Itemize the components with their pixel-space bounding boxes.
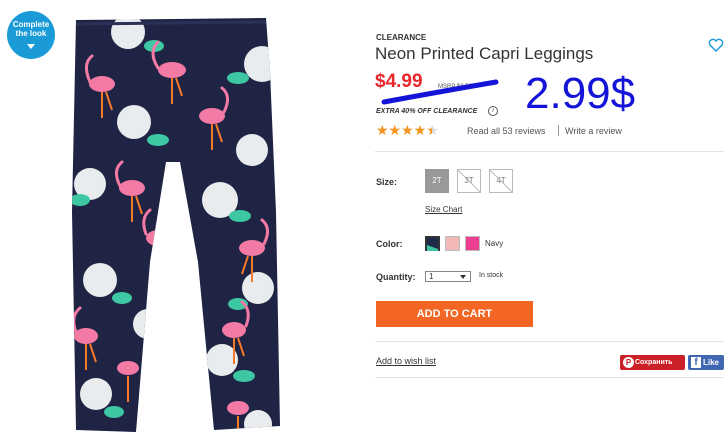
divider [375, 151, 724, 152]
caret-down-icon [27, 44, 35, 49]
color-swatch-pink[interactable] [445, 236, 460, 251]
size-option-2t[interactable]: 2T [425, 169, 449, 193]
quantity-label: Quantity: [376, 272, 416, 282]
unavailable-icon [458, 170, 480, 192]
size-option-3t[interactable]: 3T [457, 169, 481, 193]
facebook-like-label: Like [703, 358, 720, 367]
divider [375, 377, 724, 378]
add-to-cart-button[interactable]: ADD TO CART [376, 301, 533, 327]
info-icon[interactable]: i [488, 106, 498, 116]
divider [558, 125, 559, 136]
chevron-down-icon [460, 275, 466, 279]
selected-color-name: Navy [485, 239, 504, 248]
pinterest-save-label: Сохранить [635, 359, 673, 366]
facebook-icon: f [691, 357, 701, 368]
pinterest-save-button[interactable]: P Сохранить [620, 355, 685, 370]
clearance-label: CLEARANCE [376, 33, 427, 42]
star-rating-fill: ★★★★★ [376, 123, 432, 137]
size-chart-link[interactable]: Size Chart [425, 205, 462, 214]
star-rating: ★★★★★ ★★★★★ [376, 123, 439, 137]
complete-the-look-label: Complete the look [12, 20, 50, 38]
pinterest-icon: P [623, 357, 634, 368]
complete-the-look-button[interactable]: Complete the look [7, 11, 55, 59]
quantity-select[interactable]: 1 [425, 271, 471, 282]
product-title: Neon Printed Capri Leggings [375, 44, 594, 63]
size-option-4t[interactable]: 4T [489, 169, 513, 193]
product-image[interactable] [62, 12, 288, 438]
unavailable-icon [490, 170, 512, 192]
read-reviews-link[interactable]: Read all 53 reviews [467, 126, 546, 136]
write-review-link[interactable]: Write a review [565, 126, 622, 136]
heart-icon[interactable] [708, 37, 724, 53]
extra-offer-text: EXTRA 40% OFF CLEARANCE [376, 108, 478, 115]
quantity-value: 1 [429, 272, 434, 281]
color-swatch-fuchsia[interactable] [465, 236, 480, 251]
color-label: Color: [376, 239, 403, 249]
handwritten-price: 2.99$ [525, 69, 636, 118]
stock-status: In stock [479, 272, 504, 279]
add-to-wishlist-link[interactable]: Add to wish list [376, 356, 436, 366]
size-label: Size: [376, 177, 398, 187]
swatch-pattern [427, 245, 438, 251]
strike-through-mark [381, 79, 499, 105]
facebook-like-button[interactable]: f Like [688, 355, 724, 370]
divider [375, 341, 724, 342]
color-swatch-navy[interactable] [425, 236, 440, 251]
